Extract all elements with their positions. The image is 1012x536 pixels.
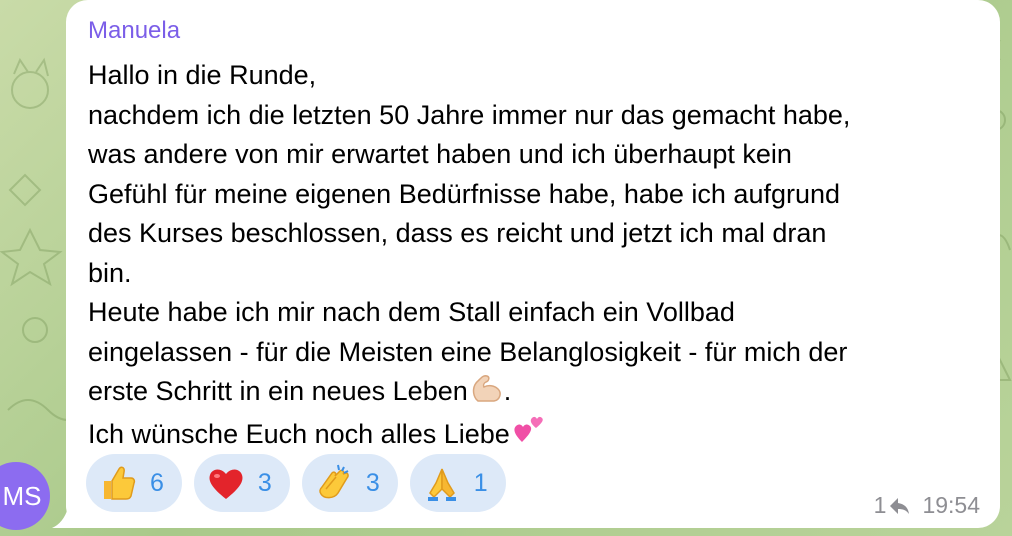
message-line: erste Schritt in ein neues Leben.	[88, 372, 988, 412]
message-meta: 1 19:54	[874, 492, 980, 519]
reaction-count: 3	[257, 468, 272, 497]
reaction-heart[interactable]: 3	[193, 454, 290, 512]
message-bubble[interactable]: Manuela Hallo in die Runde, nachdem ich …	[66, 0, 1000, 528]
reaction-clap[interactable]: 3	[301, 454, 398, 512]
reaction-count: 3	[365, 468, 380, 497]
reaction-count: 6	[150, 468, 164, 497]
folded-hands-icon	[427, 468, 456, 501]
message-line: bin.	[88, 257, 132, 288]
reactions-bar: 6 3 3 1	[86, 454, 506, 512]
reaction-thumbs-up[interactable]: 6	[86, 454, 182, 512]
message-line: Gefühl für meine eigenen Bedürfnisse hab…	[88, 178, 841, 209]
message-time: 19:54	[922, 492, 980, 518]
sender-avatar[interactable]: MS	[0, 462, 50, 530]
red-heart-icon	[209, 469, 243, 499]
reaction-count: 1	[473, 468, 488, 497]
message-line: Ich wünsche Euch noch alles Liebe	[88, 412, 988, 455]
message-line: Heute habe ich mir nach dem Stall einfac…	[88, 297, 735, 327]
flexed-biceps-icon	[472, 375, 501, 402]
message-line: Hallo in die Runde,	[88, 60, 317, 90]
reply-arrow-icon[interactable]	[888, 496, 910, 516]
thumbs-up-icon	[104, 466, 136, 500]
two-hearts-icon	[514, 416, 543, 442]
message-period: .	[503, 376, 512, 406]
reaction-pray[interactable]: 1	[409, 454, 506, 512]
message-text: Hallo in die Runde, nachdem ich die letz…	[88, 56, 988, 454]
message-line: eingelassen - für die Meisten eine Belan…	[88, 336, 848, 367]
message-line-text: Ich wünsche Euch noch alles Liebe	[88, 418, 510, 449]
message-line: was andere von mir erwartet haben und ic…	[88, 139, 792, 169]
clapping-hands-icon	[318, 464, 349, 499]
message-line: nachdem ich die letzten 50 Jahre immer n…	[88, 99, 851, 130]
sender-name[interactable]: Manuela	[88, 16, 180, 46]
avatar-initials: MS	[0, 462, 50, 530]
reply-count[interactable]: 1	[874, 492, 887, 519]
message-line-text: erste Schritt in ein neues Leben	[88, 376, 468, 406]
message-line: des Kurses beschlossen, dass es reicht u…	[88, 218, 827, 248]
